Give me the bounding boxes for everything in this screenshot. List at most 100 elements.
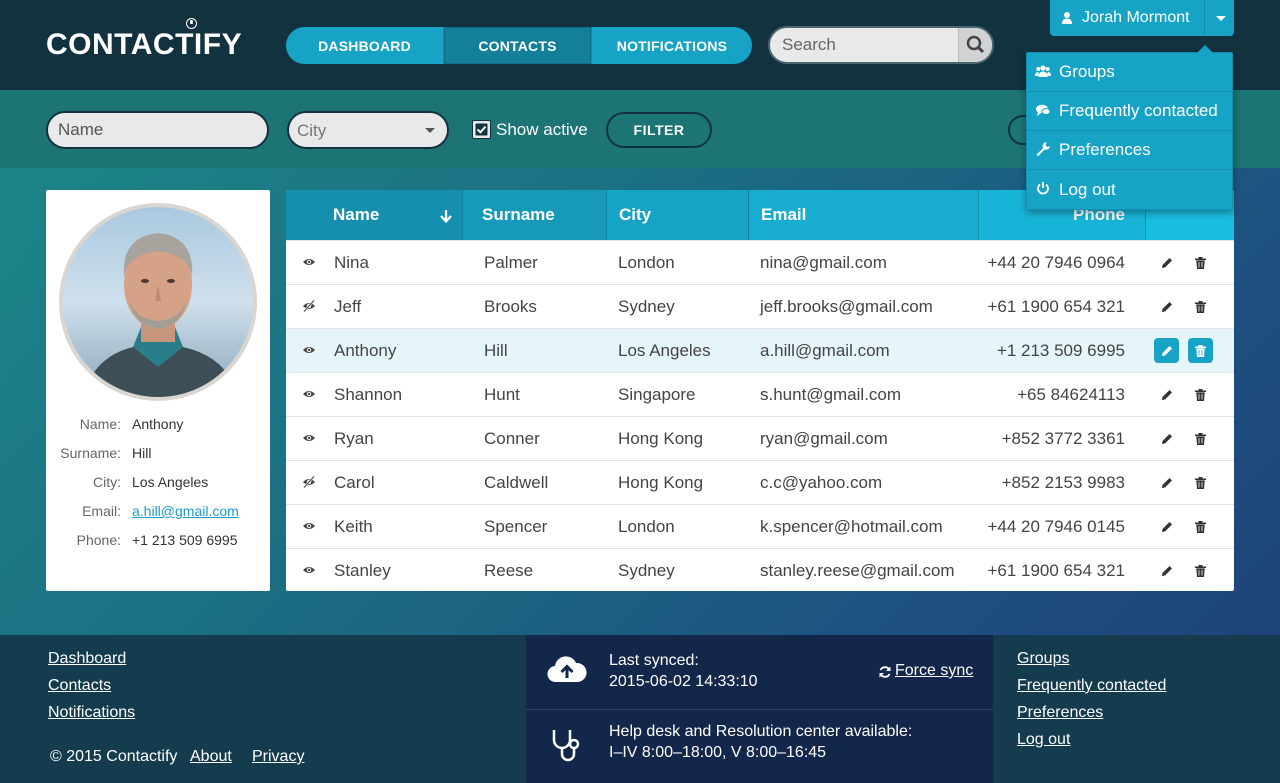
help-desk-title: Help desk and Resolution center availabl…	[609, 723, 913, 740]
eye-icon[interactable]	[302, 255, 316, 269]
eye-slash-icon[interactable]	[302, 299, 316, 313]
table-row[interactable]: Stanley Reese Sydney stanley.reese@gmail.co…	[286, 548, 1234, 591]
chevron-down-icon[interactable]	[1204, 0, 1234, 36]
menu-item-preferences[interactable]: Preferences	[1027, 131, 1232, 170]
table-row[interactable]: Anthony Hill Los Angeles a.hill@gmail.com +1…	[286, 328, 1234, 372]
eye-icon[interactable]	[302, 563, 316, 577]
user-menu-button[interactable]: Jorah Mormont	[1050, 0, 1234, 36]
menu-item-label: Log out	[1059, 179, 1116, 199]
eye-icon[interactable]	[302, 343, 316, 357]
footer-link-groups[interactable]: Groups	[1017, 650, 1069, 668]
eye-slash-icon[interactable]	[302, 475, 316, 489]
cell-phone: +61 1900 654 321	[987, 560, 1125, 580]
profile-key: City:	[93, 474, 121, 490]
table-row[interactable]: Carol Caldwell Hong Kong c.c@yahoo.com +852 …	[286, 460, 1234, 504]
refresh-icon[interactable]	[878, 665, 892, 679]
users-icon	[1027, 64, 1059, 81]
footer-link-notifications[interactable]: Notifications	[48, 704, 135, 722]
footer-link-log-out[interactable]: Log out	[1017, 731, 1070, 749]
edit-button[interactable]	[1154, 558, 1179, 583]
trash-icon	[1195, 344, 1206, 357]
delete-button[interactable]	[1188, 338, 1213, 363]
show-active-checkbox[interactable]	[472, 120, 491, 139]
delete-button[interactable]	[1188, 250, 1213, 275]
search-button[interactable]	[958, 28, 992, 62]
eye-icon[interactable]	[302, 387, 316, 401]
tab-dashboard[interactable]: DASHBOARD	[286, 27, 444, 64]
force-sync-link[interactable]: Force sync	[895, 662, 973, 680]
footer-divider	[526, 709, 993, 710]
table-row[interactable]: Ryan Conner Hong Kong ryan@gmail.com +852 37…	[286, 416, 1234, 460]
edit-button[interactable]	[1154, 294, 1179, 319]
show-active-label[interactable]: Show active	[496, 120, 588, 140]
column-header-email[interactable]: Email	[748, 190, 978, 240]
delete-button[interactable]	[1188, 426, 1213, 451]
app-logo[interactable]: CONTACTIFY	[46, 28, 242, 62]
delete-button[interactable]	[1188, 294, 1213, 319]
profile-email-link[interactable]: a.hill@gmail.com	[132, 503, 239, 519]
footer-link-dashboard[interactable]: Dashboard	[48, 650, 126, 668]
table-row[interactable]: Keith Spencer London k.spencer@hotmail.com +…	[286, 504, 1234, 548]
search-box	[768, 26, 994, 64]
table-row[interactable]: Nina Palmer London nina@gmail.com +44 20 794…	[286, 240, 1234, 284]
logo-person-icon	[186, 18, 197, 29]
footer-link-frequently-contacted[interactable]: Frequently contacted	[1017, 677, 1166, 695]
cell-city: Hong Kong	[618, 472, 704, 492]
pencil-icon	[1161, 565, 1172, 576]
cell-surname: Spencer	[484, 516, 548, 536]
eye-icon[interactable]	[302, 519, 316, 533]
profile-value: Los Angeles	[132, 474, 209, 490]
trash-icon	[1195, 388, 1206, 401]
contact-details-card: Name: Anthony Surname: Hill City: Los An…	[46, 190, 270, 591]
tab-notifications[interactable]: NOTIFICATIONS	[592, 27, 752, 64]
cell-city: London	[618, 516, 675, 536]
column-header-name[interactable]: Name	[286, 190, 462, 240]
cell-city: Los Angeles	[618, 340, 711, 360]
table-row[interactable]: Shannon Hunt Singapore s.hunt@gmail.com +65 …	[286, 372, 1234, 416]
footer-link-about[interactable]: About	[190, 748, 232, 766]
city-select-value: City	[297, 121, 327, 140]
pencil-icon	[1161, 257, 1172, 268]
cell-surname: Palmer	[484, 252, 538, 272]
tab-contacts[interactable]: CONTACTS	[444, 27, 592, 64]
delete-button[interactable]	[1188, 470, 1213, 495]
table-row[interactable]: Jeff Brooks Sydney jeff.brooks@gmail.com +61…	[286, 284, 1234, 328]
sync-time: 2015-06-02 14:33:10	[609, 673, 758, 690]
delete-button[interactable]	[1188, 382, 1213, 407]
edit-button[interactable]	[1154, 338, 1179, 363]
stethoscope-icon	[552, 730, 580, 762]
cell-phone: +852 3772 3361	[1001, 428, 1125, 448]
edit-button[interactable]	[1154, 426, 1179, 451]
cell-name: Stanley	[334, 560, 391, 580]
pencil-icon	[1161, 345, 1172, 356]
pencil-icon	[1161, 433, 1172, 444]
edit-button[interactable]	[1154, 470, 1179, 495]
menu-item-log-out[interactable]: Log out	[1027, 170, 1232, 209]
trash-icon	[1195, 256, 1206, 269]
cloud-upload-icon	[547, 656, 587, 683]
footer-link-preferences[interactable]: Preferences	[1017, 704, 1103, 722]
footer-link-contacts[interactable]: Contacts	[48, 677, 111, 695]
column-header-city[interactable]: City	[606, 190, 748, 240]
menu-item-frequently-contacted[interactable]: Frequently contacted	[1027, 92, 1232, 131]
name-filter-input[interactable]	[46, 111, 269, 149]
menu-item-label: Preferences	[1059, 140, 1151, 159]
delete-button[interactable]	[1188, 514, 1213, 539]
cell-name: Jeff	[334, 296, 362, 316]
column-header-surname[interactable]: Surname	[462, 190, 606, 240]
trash-icon	[1195, 520, 1206, 533]
menu-item-groups[interactable]: Groups	[1027, 53, 1232, 92]
city-filter-select[interactable]: City	[287, 111, 449, 149]
filter-button[interactable]: FILTER	[606, 112, 712, 148]
profile-row-surname: Surname: Hill	[46, 445, 270, 467]
cell-email: c.c@yahoo.com	[760, 472, 883, 492]
footer-link-privacy[interactable]: Privacy	[252, 748, 304, 766]
trash-icon	[1195, 476, 1206, 489]
eye-icon[interactable]	[302, 431, 316, 445]
edit-button[interactable]	[1154, 514, 1179, 539]
cell-phone: +1 213 509 6995	[996, 340, 1125, 360]
edit-button[interactable]	[1154, 250, 1179, 275]
delete-button[interactable]	[1188, 558, 1213, 583]
edit-button[interactable]	[1154, 382, 1179, 407]
search-input[interactable]	[770, 28, 958, 62]
